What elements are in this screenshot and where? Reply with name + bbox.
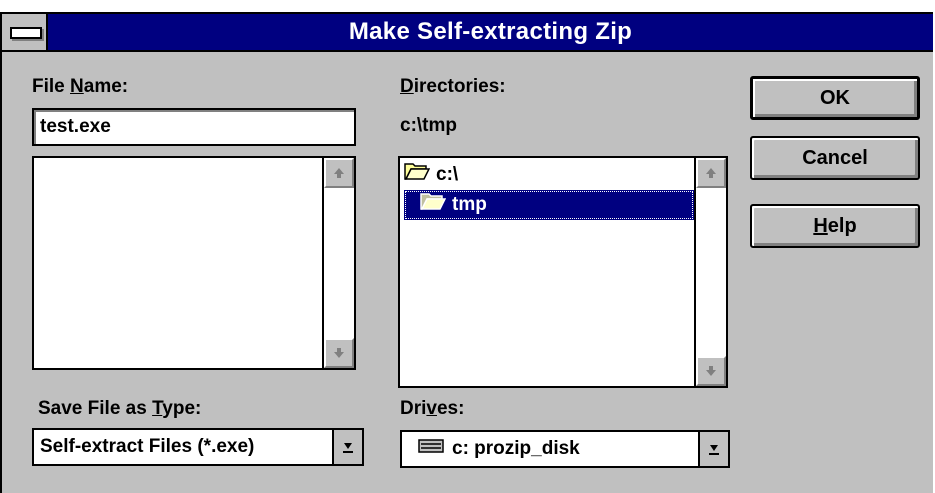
directory-item-tmp[interactable]: tmp <box>404 190 694 220</box>
file-name-label: File Name: <box>32 76 129 97</box>
make-self-extracting-zip-dialog: Make Self-extracting Zip File Name: test… <box>0 12 933 493</box>
directory-list[interactable]: c:\ tmp <box>398 156 728 388</box>
scroll-down-arrow-icon[interactable] <box>324 338 354 368</box>
open-folder-icon <box>420 190 447 220</box>
save-file-as-type-label: Save File as Type: <box>38 398 202 419</box>
window-title: Make Self-extracting Zip <box>348 18 633 45</box>
drives-label: Drives: <box>400 398 465 419</box>
drive-icon <box>418 432 444 466</box>
directory-item-root[interactable]: c:\ <box>404 160 686 190</box>
directory-list-scrollbar[interactable] <box>694 158 726 386</box>
dropdown-arrow-icon[interactable] <box>332 430 362 464</box>
open-folder-icon <box>404 160 431 190</box>
scroll-up-arrow-icon[interactable] <box>696 158 726 188</box>
current-directory-path: c:\tmp <box>400 115 457 136</box>
title-bar[interactable]: Make Self-extracting Zip <box>2 14 933 52</box>
scroll-up-arrow-icon[interactable] <box>324 158 354 188</box>
help-button[interactable]: Help <box>750 204 920 248</box>
ok-button[interactable]: OK <box>750 76 920 120</box>
scroll-down-arrow-icon[interactable] <box>696 356 726 386</box>
directories-label: Directories: <box>400 76 506 97</box>
drives-select[interactable]: c: prozip_disk <box>400 430 730 468</box>
cancel-button[interactable]: Cancel <box>750 136 920 180</box>
file-list-scrollbar[interactable] <box>322 158 354 368</box>
dropdown-arrow-icon[interactable] <box>698 432 728 466</box>
system-menu-icon[interactable] <box>2 14 48 50</box>
file-name-input[interactable]: test.exe <box>32 108 356 146</box>
file-list[interactable] <box>32 156 356 370</box>
save-file-type-select[interactable]: Self-extract Files (*.exe) <box>32 428 364 466</box>
